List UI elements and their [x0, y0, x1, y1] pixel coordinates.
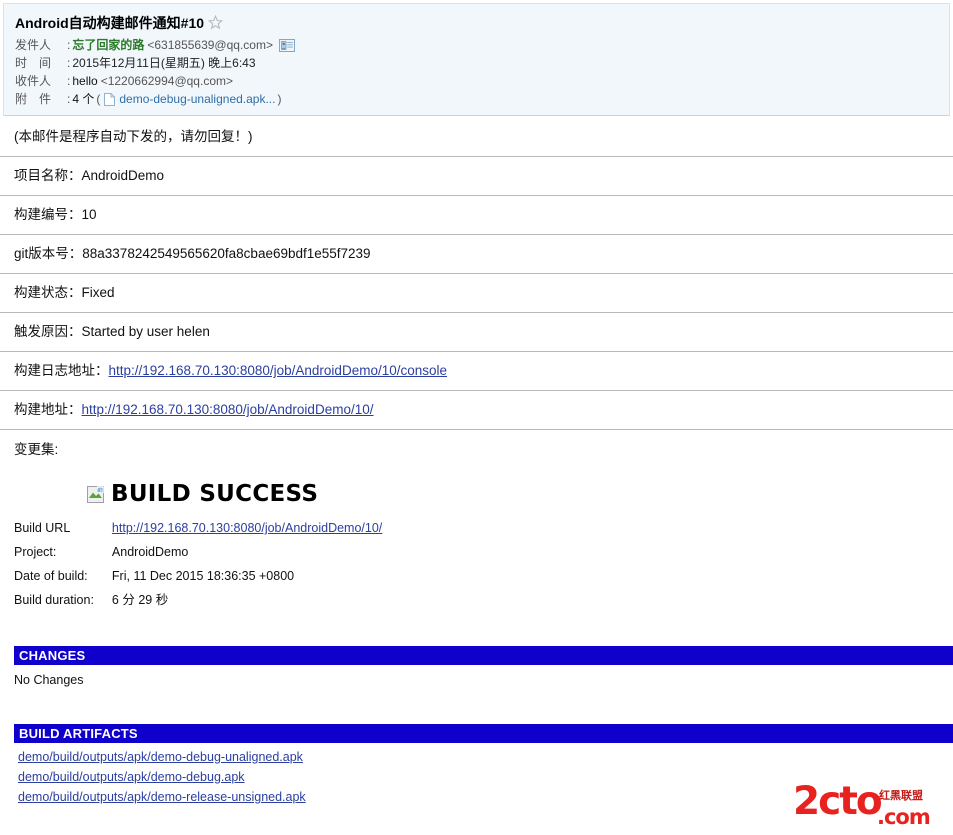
recipient-name[interactable]: hello: [72, 72, 97, 90]
info-label: 触发原因：: [14, 324, 82, 339]
build-url-link[interactable]: http://192.168.70.130:8080/job/AndroidDe…: [82, 400, 374, 420]
watermark-chinese-name: 红黑联盟: [879, 790, 923, 802]
watermark-brand: 2cto: [793, 779, 883, 824]
site-watermark: 2cto 红黑联盟 .com: [793, 779, 945, 831]
table-row: Date of build: Fri, 11 Dec 2015 18:36:35…: [14, 564, 382, 588]
from-label: 发件人: [15, 38, 52, 52]
mail-subject: Android自动构建邮件通知#10: [15, 14, 205, 31]
detail-value: 6 分 29 秒: [111, 593, 169, 607]
info-label: 变更集:: [14, 441, 59, 457]
mail-attachments-row: 附 件 : 4 个 ( demo-debug-unaligned.apk... …: [15, 90, 949, 108]
attachments-open-paren: (: [96, 92, 101, 106]
mail-time-row: 时 间 : 2015年12月11日(星期五) 晚上6:43: [15, 54, 949, 72]
time-value: 2015年12月11日(星期五) 晚上6:43: [72, 56, 256, 70]
mail-header-panel: Android自动构建邮件通知#10 发件人 : 忘了回家的路 <6318556…: [3, 3, 950, 116]
changes-section-heading: CHANGES: [14, 646, 953, 665]
star-outline-icon[interactable]: [208, 15, 224, 30]
info-label: git版本号：: [14, 246, 83, 261]
to-label: 收件人: [15, 74, 52, 88]
time-label: 时 间: [15, 56, 52, 70]
detail-value: Fri, 11 Dec 2015 18:36:35 +0800: [111, 569, 295, 583]
console-log-link[interactable]: http://192.168.70.130:8080/job/AndroidDe…: [109, 361, 448, 381]
attachment-filename[interactable]: demo-debug-unaligned.apk...: [119, 90, 275, 108]
detail-key: Build URL: [14, 521, 71, 535]
info-row-git-revision: git版本号： 88a3378242549565620fa8cbae69bdf1…: [0, 235, 953, 274]
info-value: 88a3378242549565620fa8cbae69bdf1e55f7239: [82, 246, 371, 261]
info-label: 构建地址：: [14, 402, 82, 417]
info-label: 项目名称：: [14, 168, 82, 183]
artifacts-section-heading: BUILD ARTIFACTS: [14, 724, 953, 743]
mail-subject-row: Android自动构建邮件通知#10: [15, 12, 949, 33]
info-value: Fixed: [81, 285, 115, 300]
to-colon: :: [67, 74, 71, 88]
watermark-tld: .com: [877, 805, 931, 829]
build-details-table: Build URL http://192.168.70.130:8080/job…: [14, 516, 382, 612]
file-document-icon: [104, 92, 116, 106]
sender-address: <631855639@qq.com>: [147, 38, 273, 52]
detail-value: AndroidDemo: [111, 545, 189, 559]
auto-notice-row: (本邮件是程序自动下发的，请勿回复！): [0, 118, 953, 157]
spacer-before-changes: [0, 612, 953, 646]
table-row: Project: AndroidDemo: [14, 540, 382, 564]
info-label: 构建编号：: [14, 207, 82, 222]
build-url-report-link[interactable]: http://192.168.70.130:8080/job/AndroidDe…: [112, 521, 382, 535]
table-row: Build duration: 6 分 29 秒: [14, 588, 382, 612]
sender-name[interactable]: 忘了回家的路: [72, 36, 144, 54]
info-row-build-url: 构建地址： http://192.168.70.130:8080/job/And…: [0, 391, 953, 430]
info-label: 构建日志地址：: [14, 363, 109, 378]
detail-value: http://192.168.70.130:8080/job/AndroidDe…: [112, 516, 382, 540]
info-value: Started by user helen: [81, 324, 210, 339]
from-colon: :: [67, 38, 71, 52]
mail-from-row: 发件人 : 忘了回家的路 <631855639@qq.com>: [15, 36, 949, 54]
spacer-before-artifacts: [0, 690, 953, 724]
build-status-title: BUILD SUCCESS: [111, 481, 319, 507]
mail-body: (本邮件是程序自动下发的，请勿回复！) 项目名称： AndroidDemo 构建…: [0, 118, 953, 807]
build-status-header: BUILD SUCCESS: [14, 477, 953, 511]
info-value: 10: [81, 207, 97, 222]
detail-key: Date of build:: [14, 569, 88, 583]
detail-key: Project:: [14, 545, 57, 559]
mail-to-row: 收件人 : hello <1220662994@qq.com>: [15, 72, 949, 90]
broken-image-icon: [87, 485, 104, 503]
info-row-changeset: 变更集:: [0, 430, 953, 469]
info-row-trigger-cause: 触发原因： Started by user helen: [0, 313, 953, 352]
jenkins-report: BUILD SUCCESS Build URL http://192.168.7…: [0, 469, 953, 612]
recipient-address: <1220662994@qq.com>: [100, 74, 233, 88]
changes-section-body: No Changes: [14, 673, 84, 687]
detail-key: Build duration:: [14, 593, 94, 607]
attachments-count: 4 个: [72, 92, 95, 106]
info-row-console-log-url: 构建日志地址： http://192.168.70.130:8080/job/A…: [0, 352, 953, 391]
auto-notice-text: (本邮件是程序自动下发的，请勿回复！): [14, 129, 253, 144]
info-row-project-name: 项目名称： AndroidDemo: [0, 157, 953, 196]
list-item[interactable]: demo/build/outputs/apk/demo-debug-unalig…: [18, 747, 953, 767]
attachments-label: 附 件: [15, 92, 52, 106]
contact-card-icon[interactable]: [278, 38, 295, 52]
table-row: Build URL http://192.168.70.130:8080/job…: [14, 516, 382, 540]
time-colon: :: [67, 56, 71, 70]
attachments-colon: :: [67, 92, 71, 106]
attachments-close-paren: ): [277, 92, 282, 106]
info-value: AndroidDemo: [81, 168, 165, 183]
info-label: 构建状态：: [14, 285, 82, 300]
info-row-build-number: 构建编号： 10: [0, 196, 953, 235]
info-row-build-status: 构建状态： Fixed: [0, 274, 953, 313]
